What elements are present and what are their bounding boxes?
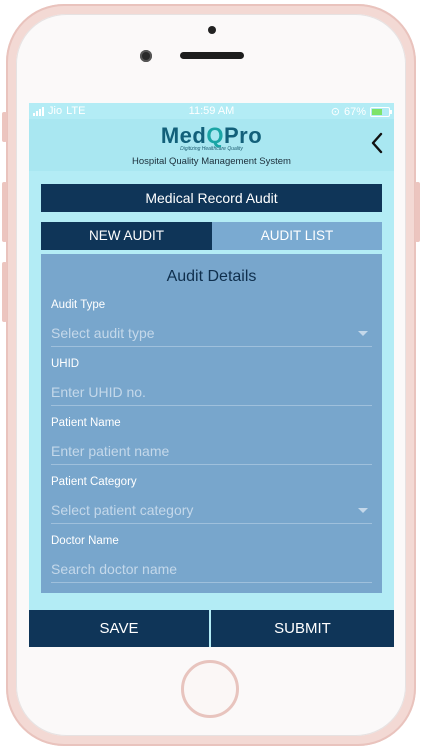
battery-icon [370,106,392,117]
front-camera [140,50,152,62]
logo-tagline: Digitizing Healthcare Quality [180,146,243,152]
page-title: Medical Record Audit [41,184,382,212]
field-label: Doctor Name [51,535,119,547]
app-header: MedQPro Digitizing Healthcare Quality Ho… [29,119,394,171]
earpiece-speaker [180,52,244,59]
caret-down-icon [358,331,368,336]
doctor-name-field: Doctor Name Search doctor name [51,535,372,593]
volume-up-button [2,182,7,242]
app-screen: Jio LTE 11:59 AM ⊙ 67% MedQPro Digitizin… [29,103,394,647]
patient-name-field: Patient Name Enter patient name [51,417,372,475]
battery-percent: 67% [343,105,366,118]
patient-category-field: Patient Category Select patient category [51,476,372,534]
field-underline [51,464,372,465]
patient-category-dropdown[interactable]: Select patient category [51,498,372,522]
status-right: ⊙ 67% [330,105,392,118]
logo-text-med: Med [160,123,207,148]
uhid-input[interactable]: Enter UHID no. [51,380,372,404]
tab-audit-list[interactable]: AUDIT LIST [212,222,382,250]
action-buttons: SAVE SUBMIT [29,610,394,647]
field-underline [51,582,372,583]
mute-switch [2,112,7,142]
patient-name-input[interactable]: Enter patient name [51,439,372,463]
field-underline [51,523,372,524]
audit-details-form: Audit Details Audit Type Select audit ty… [41,254,382,593]
form-title: Audit Details [166,268,257,285]
uhid-field: UHID Enter UHID no. [51,358,372,416]
field-underline [51,405,372,406]
field-label: UHID [51,358,80,370]
proximity-sensor [208,26,216,34]
field-label: Patient Category [51,476,137,488]
doctor-name-search-input[interactable]: Search doctor name [51,557,372,581]
audit-type-dropdown[interactable]: Select audit type [51,321,372,345]
save-button[interactable]: SAVE [29,610,209,647]
app-subtitle: Hospital Quality Management System [132,156,291,167]
orientation-lock-icon: ⊙ [330,106,340,118]
power-button [415,182,420,242]
status-bar: Jio LTE 11:59 AM ⊙ 67% [29,103,394,119]
caret-down-icon [358,508,368,513]
field-label: Patient Name [51,417,121,429]
back-button[interactable] [367,132,387,156]
field-underline [51,346,372,347]
logo-text-pro: Pro [223,123,263,148]
logo-text-q: Q [206,123,224,148]
submit-button[interactable]: SUBMIT [211,610,394,647]
audit-tabs: NEW AUDIT AUDIT LIST [41,222,382,250]
tab-new-audit[interactable]: NEW AUDIT [41,222,212,250]
audit-type-field: Audit Type Select audit type [51,299,372,357]
volume-down-button [2,262,7,322]
field-label: Audit Type [51,299,106,311]
chevron-left-icon [371,132,383,154]
home-button[interactable] [181,660,239,718]
